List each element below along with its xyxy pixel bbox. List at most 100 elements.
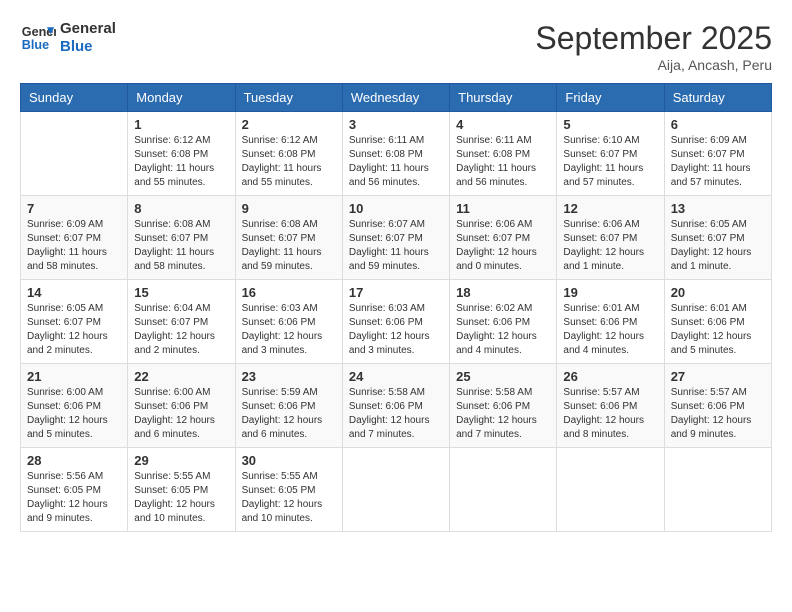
cell-info: Sunrise: 5:57 AMSunset: 6:06 PMDaylight:… [671, 386, 765, 442]
calendar-cell: 24 Sunrise: 5:58 AMSunset: 6:06 PMDayligh… [342, 364, 449, 448]
calendar-body: 1 Sunrise: 6:12 AMSunset: 6:08 PMDaylight… [21, 112, 772, 532]
calendar-cell [450, 448, 557, 532]
cell-info: Sunrise: 6:09 AMSunset: 6:07 PMDaylight:… [671, 134, 765, 190]
day-number: 22 [134, 369, 228, 384]
day-number: 26 [563, 369, 657, 384]
cell-info: Sunrise: 6:12 AMSunset: 6:08 PMDaylight:… [242, 134, 336, 190]
day-number: 10 [349, 201, 443, 216]
week-row-1: 1 Sunrise: 6:12 AMSunset: 6:08 PMDaylight… [21, 112, 772, 196]
cell-info: Sunrise: 6:06 AMSunset: 6:07 PMDaylight:… [456, 218, 550, 274]
calendar: SundayMondayTuesdayWednesdayThursdayFrid… [20, 83, 772, 532]
header-monday: Monday [128, 84, 235, 112]
title-area: September 2025 Aija, Ancash, Peru [535, 20, 772, 73]
calendar-header: SundayMondayTuesdayWednesdayThursdayFrid… [21, 84, 772, 112]
calendar-cell: 18Sunrise: 6:02 AMSunset: 6:06 PMDayligh… [450, 280, 557, 364]
cell-info: Sunrise: 6:08 AMSunset: 6:07 PMDaylight:… [134, 218, 228, 274]
day-number: 11 [456, 201, 550, 216]
logo-text-general: General [60, 20, 116, 38]
day-number: 30 [242, 453, 336, 468]
day-number: 28 [27, 453, 121, 468]
cell-info: Sunrise: 6:03 AMSunset: 6:06 PMDaylight:… [242, 302, 336, 358]
calendar-cell: 12Sunrise: 6:06 AMSunset: 6:07 PMDayligh… [557, 196, 664, 280]
calendar-cell: 4 Sunrise: 6:11 AMSunset: 6:08 PMDaylight… [450, 112, 557, 196]
cell-info: Sunrise: 5:58 AMSunset: 6:06 PMDaylight:… [456, 386, 550, 442]
calendar-cell: 6 Sunrise: 6:09 AMSunset: 6:07 PMDaylight… [664, 112, 771, 196]
calendar-cell [21, 112, 128, 196]
cell-info: Sunrise: 6:08 AMSunset: 6:07 PMDaylight:… [242, 218, 336, 274]
header-row: SundayMondayTuesdayWednesdayThursdayFrid… [21, 84, 772, 112]
cell-info: Sunrise: 5:58 AMSunset: 6:06 PMDaylight:… [349, 386, 443, 442]
logo: General Blue General Blue [20, 20, 116, 56]
cell-info: Sunrise: 6:07 AMSunset: 6:07 PMDaylight:… [349, 218, 443, 274]
day-number: 27 [671, 369, 765, 384]
calendar-cell: 27 Sunrise: 5:57 AMSunset: 6:06 PMDayligh… [664, 364, 771, 448]
header-thursday: Thursday [450, 84, 557, 112]
location: Aija, Ancash, Peru [535, 57, 772, 73]
calendar-cell: 13Sunrise: 6:05 AMSunset: 6:07 PMDayligh… [664, 196, 771, 280]
calendar-cell: 30Sunrise: 5:55 AMSunset: 6:05 PMDayligh… [235, 448, 342, 532]
calendar-cell: 17 Sunrise: 6:03 AMSunset: 6:06 PMDayligh… [342, 280, 449, 364]
calendar-cell [557, 448, 664, 532]
calendar-cell: 23 Sunrise: 5:59 AMSunset: 6:06 PMDayligh… [235, 364, 342, 448]
calendar-cell: 25 Sunrise: 5:58 AMSunset: 6:06 PMDayligh… [450, 364, 557, 448]
calendar-cell [664, 448, 771, 532]
day-number: 3 [349, 117, 443, 132]
calendar-cell: 21Sunrise: 6:00 AMSunset: 6:06 PMDayligh… [21, 364, 128, 448]
calendar-cell: 22 Sunrise: 6:00 AMSunset: 6:06 PMDayligh… [128, 364, 235, 448]
page-header: General Blue General Blue September 2025… [20, 20, 772, 73]
calendar-cell: 1 Sunrise: 6:12 AMSunset: 6:08 PMDaylight… [128, 112, 235, 196]
header-sunday: Sunday [21, 84, 128, 112]
day-number: 18 [456, 285, 550, 300]
week-row-3: 14 Sunrise: 6:05 AMSunset: 6:07 PMDayligh… [21, 280, 772, 364]
cell-info: Sunrise: 6:05 AMSunset: 6:07 PMDaylight:… [27, 302, 121, 358]
calendar-cell: 15 Sunrise: 6:04 AMSunset: 6:07 PMDayligh… [128, 280, 235, 364]
calendar-cell: 10 Sunrise: 6:07 AMSunset: 6:07 PMDayligh… [342, 196, 449, 280]
day-number: 12 [563, 201, 657, 216]
day-number: 17 [349, 285, 443, 300]
week-row-2: 7Sunrise: 6:09 AMSunset: 6:07 PMDaylight… [21, 196, 772, 280]
calendar-cell: 11 Sunrise: 6:06 AMSunset: 6:07 PMDayligh… [450, 196, 557, 280]
day-number: 1 [134, 117, 228, 132]
day-number: 15 [134, 285, 228, 300]
cell-info: Sunrise: 6:09 AMSunset: 6:07 PMDaylight:… [27, 218, 121, 274]
day-number: 4 [456, 117, 550, 132]
calendar-cell: 3 Sunrise: 6:11 AMSunset: 6:08 PMDaylight… [342, 112, 449, 196]
day-number: 2 [242, 117, 336, 132]
day-number: 24 [349, 369, 443, 384]
day-number: 6 [671, 117, 765, 132]
day-number: 16 [242, 285, 336, 300]
calendar-cell: 8 Sunrise: 6:08 AMSunset: 6:07 PMDaylight… [128, 196, 235, 280]
calendar-cell: 28 Sunrise: 5:56 AMSunset: 6:05 PMDayligh… [21, 448, 128, 532]
calendar-cell [342, 448, 449, 532]
cell-info: Sunrise: 6:03 AMSunset: 6:06 PMDaylight:… [349, 302, 443, 358]
day-number: 14 [27, 285, 121, 300]
calendar-cell: 5Sunrise: 6:10 AMSunset: 6:07 PMDaylight… [557, 112, 664, 196]
day-number: 9 [242, 201, 336, 216]
cell-info: Sunrise: 6:11 AMSunset: 6:08 PMDaylight:… [456, 134, 550, 190]
day-number: 8 [134, 201, 228, 216]
day-number: 29 [134, 453, 228, 468]
cell-info: Sunrise: 6:01 AMSunset: 6:06 PMDaylight:… [563, 302, 657, 358]
cell-info: Sunrise: 6:12 AMSunset: 6:08 PMDaylight:… [134, 134, 228, 190]
cell-info: Sunrise: 6:04 AMSunset: 6:07 PMDaylight:… [134, 302, 228, 358]
cell-info: Sunrise: 5:59 AMSunset: 6:06 PMDaylight:… [242, 386, 336, 442]
day-number: 20 [671, 285, 765, 300]
day-number: 5 [563, 117, 657, 132]
cell-info: Sunrise: 5:56 AMSunset: 6:05 PMDaylight:… [27, 470, 121, 526]
cell-info: Sunrise: 5:55 AMSunset: 6:05 PMDaylight:… [134, 470, 228, 526]
svg-text:Blue: Blue [22, 38, 49, 52]
day-number: 23 [242, 369, 336, 384]
cell-info: Sunrise: 6:11 AMSunset: 6:08 PMDaylight:… [349, 134, 443, 190]
calendar-cell: 26Sunrise: 5:57 AMSunset: 6:06 PMDayligh… [557, 364, 664, 448]
calendar-cell: 20Sunrise: 6:01 AMSunset: 6:06 PMDayligh… [664, 280, 771, 364]
header-tuesday: Tuesday [235, 84, 342, 112]
calendar-cell: 2 Sunrise: 6:12 AMSunset: 6:08 PMDaylight… [235, 112, 342, 196]
header-friday: Friday [557, 84, 664, 112]
calendar-cell: 19Sunrise: 6:01 AMSunset: 6:06 PMDayligh… [557, 280, 664, 364]
day-number: 25 [456, 369, 550, 384]
week-row-5: 28 Sunrise: 5:56 AMSunset: 6:05 PMDayligh… [21, 448, 772, 532]
cell-info: Sunrise: 6:00 AMSunset: 6:06 PMDaylight:… [134, 386, 228, 442]
day-number: 13 [671, 201, 765, 216]
week-row-4: 21Sunrise: 6:00 AMSunset: 6:06 PMDayligh… [21, 364, 772, 448]
cell-info: Sunrise: 6:00 AMSunset: 6:06 PMDaylight:… [27, 386, 121, 442]
